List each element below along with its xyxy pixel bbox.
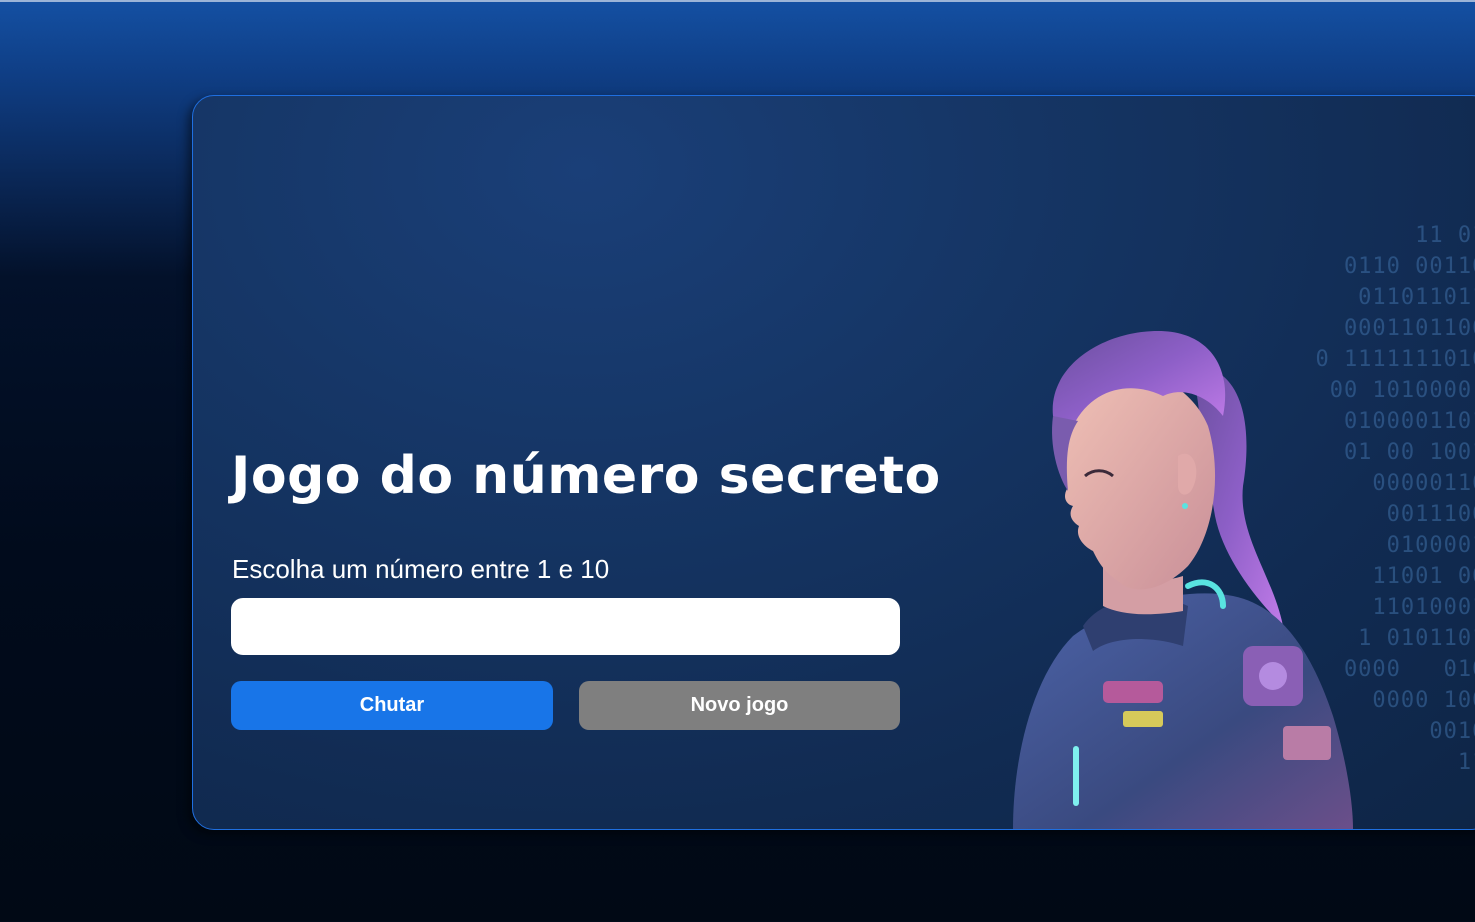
number-range-label: Escolha um número entre 1 e 10: [232, 554, 610, 584]
astronaut-girl-illustration: [1013, 331, 1353, 829]
guess-number-input[interactable]: [231, 598, 900, 655]
new-game-button[interactable]: Novo jogo: [579, 681, 900, 730]
guess-button[interactable]: Chutar: [231, 681, 553, 730]
page-title: Jogo do número secreto: [231, 446, 941, 506]
window-top-edge: [0, 0, 1475, 2]
game-card: 1 0 1 0 1 0 11 0110011110 0110 001101000…: [192, 95, 1475, 830]
